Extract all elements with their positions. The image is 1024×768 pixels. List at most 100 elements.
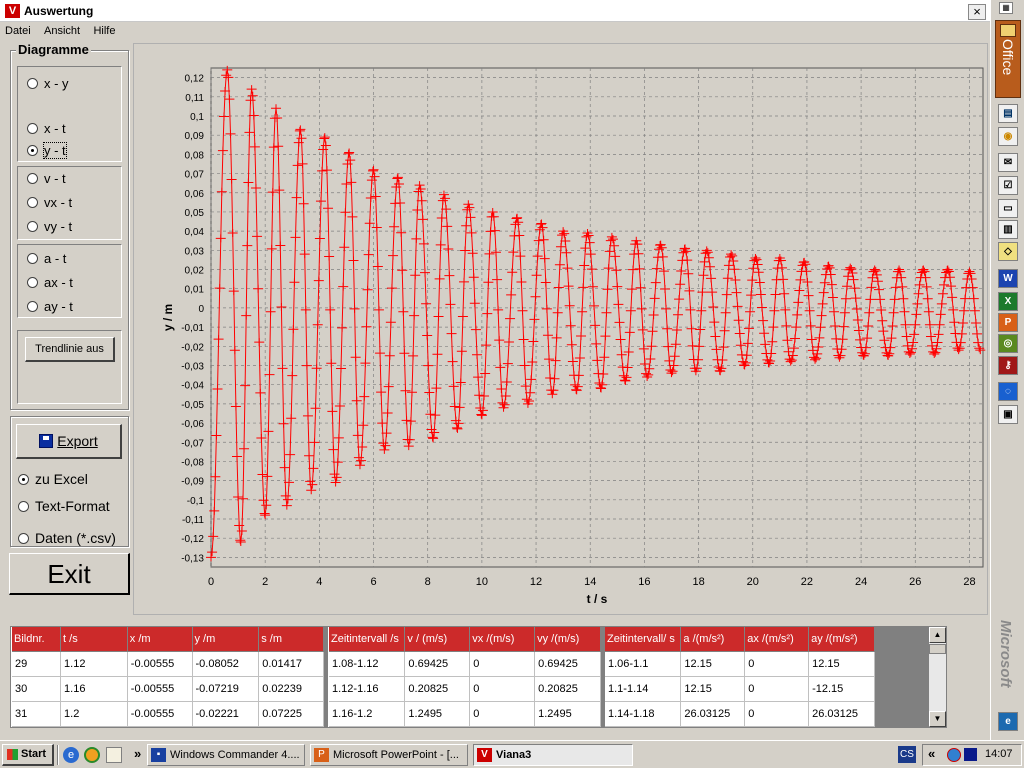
column-header[interactable]: ay /(m/s²) <box>808 627 875 652</box>
table-cell: 0.69425 <box>404 651 471 677</box>
column-header[interactable]: a /(m/s²) <box>680 627 746 652</box>
column-header[interactable]: s /m <box>258 627 324 652</box>
table-row[interactable]: 1.16-1.2 1.2495 0 1.2495 <box>329 701 601 727</box>
x-tick-label: 10 <box>476 576 488 588</box>
contact-card-icon[interactable]: ▭ <box>998 199 1018 218</box>
powerpoint-icon: P <box>314 748 329 762</box>
radio-ay-t[interactable]: ay - t <box>27 299 73 314</box>
office-shortcut-bar: ▦ Office ▤ ◉ ✉ ☑ ▭ ▥ ◇ W X P ◎ ⚷ ◌ ▣ Mic… <box>990 0 1024 740</box>
menu-hilfe[interactable]: Hilfe <box>88 22 120 37</box>
task-viana3[interactable]: V Viana3 <box>473 744 633 766</box>
table-row[interactable]: 30 1.16 -0.00555 -0.07219 0.02239 <box>12 676 324 702</box>
journal-icon[interactable]: ▥ <box>998 220 1018 239</box>
table-row[interactable]: 1.12-1.16 0.20825 0 0.20825 <box>329 676 601 702</box>
column-header[interactable]: vy /(m/s) <box>534 627 601 652</box>
radio-vy-t[interactable]: vy - t <box>27 219 72 234</box>
table-separator <box>324 627 328 727</box>
table-cell: -0.07219 <box>192 676 260 702</box>
tray-chevron[interactable]: « <box>928 746 935 761</box>
office-docs-icon[interactable]: ▤ <box>998 104 1018 123</box>
radio-label: x - t <box>44 121 66 136</box>
radio-label: Text-Format <box>35 498 110 514</box>
radio-vx-t[interactable]: vx - t <box>27 195 72 210</box>
start-button[interactable]: Start <box>2 744 54 766</box>
scroll-up-arrow-icon[interactable]: ▲ <box>929 627 946 643</box>
table-row[interactable]: 29 1.12 -0.00555 -0.08052 0.01417 <box>12 651 324 677</box>
export-button[interactable]: Export <box>16 424 122 459</box>
scroll-thumb[interactable] <box>929 644 946 654</box>
task-windows-commander[interactable]: ▪ Windows Commander 4.... <box>147 744 305 766</box>
access-icon[interactable]: ⚷ <box>998 356 1018 375</box>
task-powerpoint[interactable]: P Microsoft PowerPoint - [... <box>310 744 468 766</box>
media-player-icon[interactable] <box>84 747 100 763</box>
mail-icon[interactable]: ✉ <box>998 153 1018 172</box>
radio-dot <box>27 301 38 312</box>
table-row[interactable]: 1.14-1.18 26.03125 0 26.03125 <box>605 701 875 727</box>
table-cell: 1.06-1.1 <box>605 651 682 677</box>
table-cell: 1.16-1.2 <box>329 701 406 727</box>
y-axis-label: y / m <box>161 304 175 331</box>
table-cell: 0 <box>469 676 536 702</box>
office-network-icon[interactable]: ◉ <box>998 127 1018 146</box>
radio-x-t[interactable]: x - t <box>27 121 66 136</box>
close-button[interactable]: × <box>968 4 986 20</box>
powerpoint-icon[interactable]: P <box>998 313 1018 332</box>
column-header[interactable]: vx /(m/s) <box>469 627 536 652</box>
office-menu-icon[interactable]: ▦ <box>999 2 1013 14</box>
y-tick-label: 0,01 <box>185 285 205 296</box>
menu-ansicht[interactable]: Ansicht <box>39 22 85 37</box>
table-row[interactable]: 1.1-1.14 12.15 0 -12.15 <box>605 676 875 702</box>
publisher-icon[interactable]: ◎ <box>998 334 1018 353</box>
tasks-icon[interactable]: ☑ <box>998 176 1018 195</box>
window-icon[interactable]: ▣ <box>998 405 1018 424</box>
exit-button[interactable]: Exit <box>9 553 130 595</box>
table-row[interactable]: 31 1.2 -0.00555 -0.02221 0.07225 <box>12 701 324 727</box>
table-row[interactable]: 1.06-1.1 12.15 0 12.15 <box>605 651 875 677</box>
table-cell: 1.12-1.16 <box>329 676 406 702</box>
quicklaunch-chevron[interactable]: » <box>134 746 141 761</box>
column-header[interactable]: x /m <box>127 627 193 652</box>
window-title: Auswertung <box>24 4 94 18</box>
radio-a-t[interactable]: a - t <box>27 251 66 266</box>
table-cell: 30 <box>12 676 62 702</box>
excel-icon[interactable]: X <box>998 292 1018 311</box>
column-header[interactable]: y /m <box>192 627 260 652</box>
table-cell: 1.08-1.12 <box>329 651 406 677</box>
radio-zu-excel[interactable]: zu Excel <box>18 471 88 487</box>
column-header[interactable]: Zeitintervall /s <box>329 627 406 652</box>
radio-dot <box>27 78 38 89</box>
radio-dot <box>27 123 38 134</box>
column-header[interactable]: Zeitintervall/ s <box>605 627 682 652</box>
radio-ax-t[interactable]: ax - t <box>27 275 73 290</box>
radio-v-t[interactable]: v - t <box>27 171 66 186</box>
scroll-down-arrow-icon[interactable]: ▼ <box>929 711 946 727</box>
column-header[interactable]: ax /(m/s²) <box>744 627 810 652</box>
network-status-icon[interactable] <box>947 748 961 762</box>
y-t-chart: 0,12 0,11 0,1 0,09 0,08 0,07 0,06 0,05 0,04 0,03 0… <box>134 44 987 614</box>
outlook-icon[interactable]: ◌ <box>998 382 1018 401</box>
radio-csv[interactable]: Daten (*.csv) <box>18 530 116 546</box>
note-icon[interactable]: ◇ <box>998 242 1018 261</box>
trendline-button[interactable]: Trendlinie aus <box>25 337 115 362</box>
y-tick-label: -0,04 <box>181 381 204 392</box>
column-header[interactable]: Bildnr. <box>12 627 62 652</box>
internet-explorer-icon[interactable]: e <box>63 747 79 763</box>
y-tick-label: 0,07 <box>185 170 205 181</box>
radio-text-format[interactable]: Text-Format <box>18 498 110 514</box>
table-scrollbar[interactable]: ▲ ▼ <box>929 627 946 727</box>
column-header[interactable]: t /s <box>60 627 128 652</box>
task-label: Viana3 <box>496 749 532 761</box>
y-tick-label: -0,03 <box>181 361 204 372</box>
tray-app-icon[interactable] <box>964 748 977 761</box>
menu-datei[interactable]: Datei <box>0 22 36 37</box>
radio-y-t[interactable]: y - t <box>27 142 67 159</box>
word-icon[interactable]: W <box>998 269 1018 288</box>
radio-x-y[interactable]: x - y <box>27 76 69 91</box>
language-indicator[interactable]: CS <box>898 746 916 763</box>
office-button[interactable]: Office <box>995 20 1021 98</box>
ie-icon[interactable]: e <box>998 712 1018 731</box>
table-cell: 0 <box>744 676 810 702</box>
column-header[interactable]: v / (m/s) <box>404 627 471 652</box>
table-row[interactable]: 1.08-1.12 0.69425 0 0.69425 <box>329 651 601 677</box>
desktop-icon[interactable] <box>106 747 122 763</box>
